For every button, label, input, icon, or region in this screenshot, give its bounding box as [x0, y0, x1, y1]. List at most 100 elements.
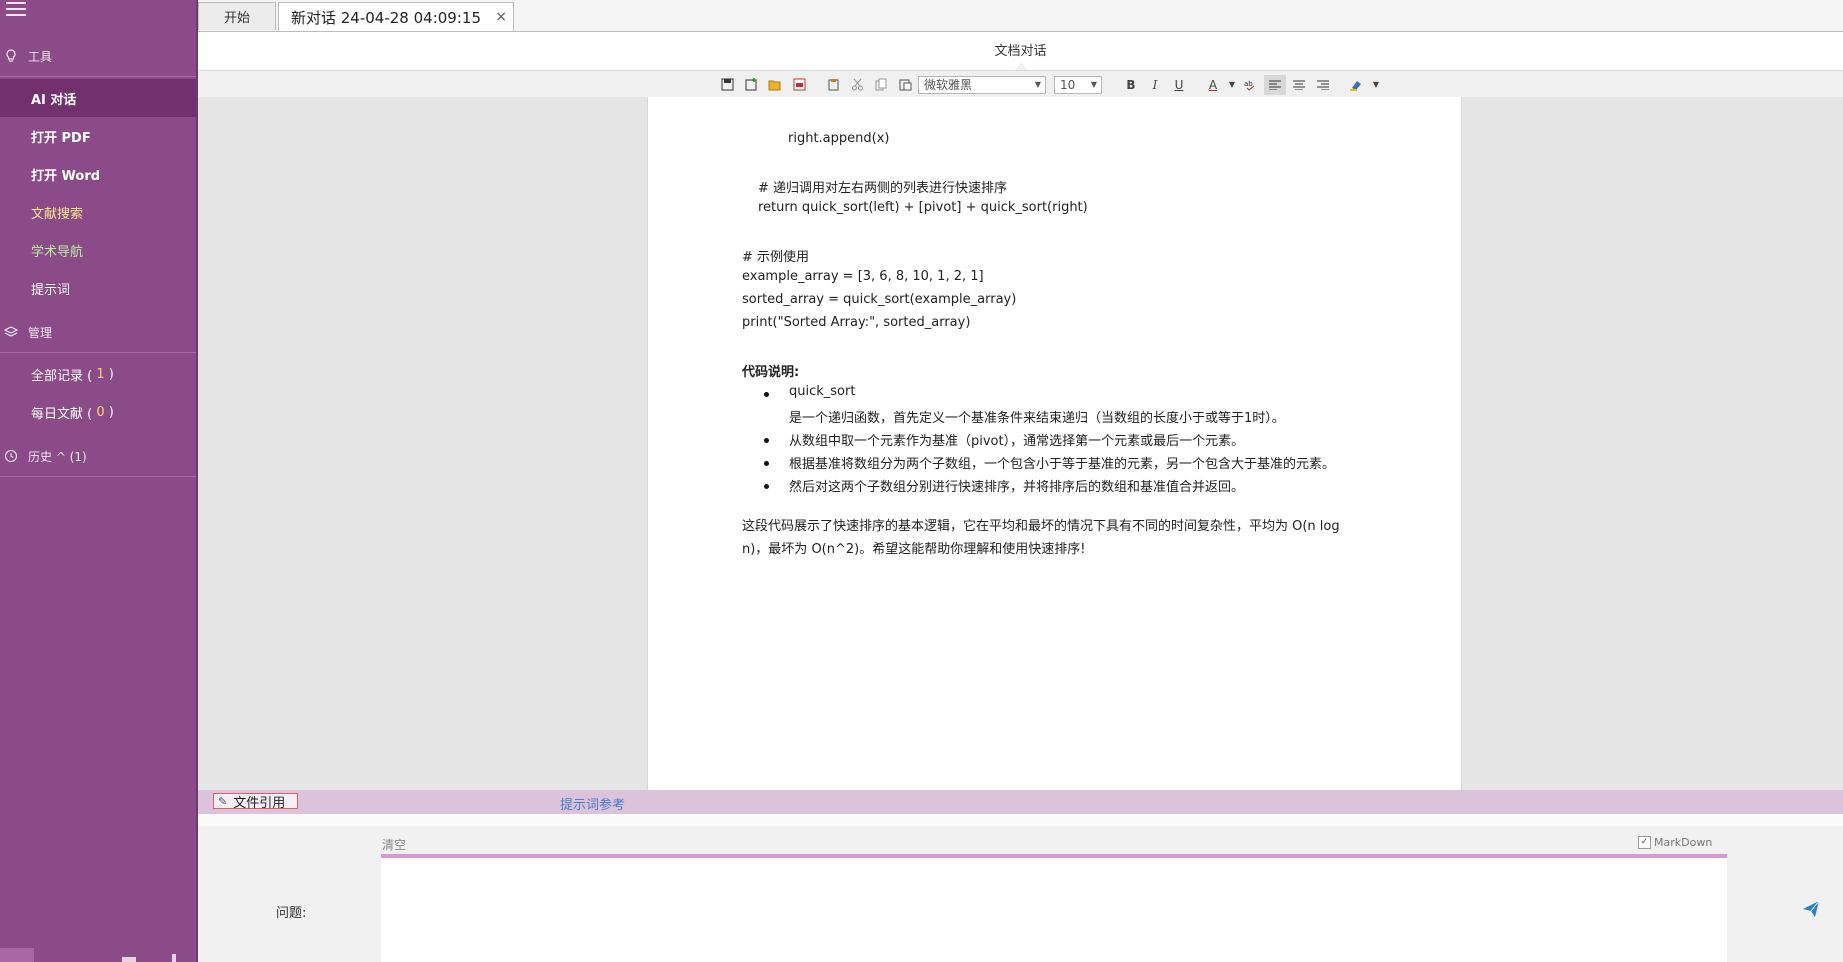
code-line: # 递归调用对左右两侧的列表进行快速排序 — [758, 181, 1008, 196]
collapse-notch-icon[interactable] — [1014, 62, 1027, 70]
manage-header-label: 管理 — [28, 325, 53, 340]
sidebar-item-open-word[interactable]: 打开 Word — [0, 155, 196, 193]
tools-section-header[interactable]: 工具 — [0, 36, 196, 77]
toolbar-separator — [1336, 75, 1344, 95]
prompt-reference-link[interactable]: 提示词参考 — [560, 794, 625, 813]
count-suffix: ) — [108, 366, 114, 382]
align-right-icon[interactable] — [1312, 75, 1334, 95]
chevron-down-icon[interactable]: ▼ — [1370, 75, 1382, 95]
code-line: example_array = [3, 6, 8, 10, 1, 2, 1] — [742, 269, 984, 284]
open-folder-icon[interactable] — [764, 75, 786, 95]
align-center-icon[interactable] — [1288, 75, 1310, 95]
input-area-gap — [198, 814, 1843, 826]
menu-icon[interactable] — [6, 2, 26, 16]
code-line: return quick_sort(left) + [pivot] + quic… — [758, 200, 1088, 215]
save-as-icon[interactable] — [740, 75, 762, 95]
file-reference-button[interactable]: ✎ 文件引用 — [213, 793, 298, 811]
font-name-select[interactable]: 微软雅黑 ▼ — [918, 75, 1046, 94]
highlight-icon[interactable] — [1346, 75, 1368, 95]
italic-button[interactable]: I — [1144, 75, 1166, 95]
paste-icon[interactable] — [822, 75, 844, 95]
tools-header-label: 工具 — [28, 49, 53, 64]
sidebar-item-ai-chat[interactable]: AI 对话 — [0, 79, 196, 117]
count-badge: 0 — [96, 404, 105, 420]
align-left-icon[interactable] — [1264, 74, 1286, 95]
question-input[interactable] — [381, 858, 1727, 962]
chevron-down-icon: ▼ — [1034, 79, 1041, 89]
code-line: right.append(x) — [788, 131, 890, 146]
summary-text: 这段代码展示了快速排序的基本逻辑，它在平均和最坏的情况下具有不同的时间复杂性，平… — [742, 519, 1340, 534]
toolbar-separator — [1192, 75, 1200, 95]
pdf-export-icon[interactable] — [788, 75, 810, 95]
page-title: 文档对话 — [994, 44, 1047, 59]
sidebar-item-all-records[interactable]: 全部记录 ( 1 ) — [0, 355, 196, 393]
count-suffix: ) — [108, 404, 114, 420]
checkbox-checked-icon: ✓ — [1638, 836, 1651, 849]
more-icon[interactable] — [172, 954, 176, 962]
history-icon — [4, 449, 18, 463]
list-item: 从数组中取一个元素作为基准（pivot），通常选择第一个元素或最后一个元素。 — [789, 434, 1245, 449]
tab-bar: 开始 新对话 24-04-28 04:09:15 × — [198, 0, 1843, 32]
lightbulb-icon — [6, 49, 16, 62]
save-icon[interactable] — [716, 75, 738, 95]
tab-chat[interactable]: 新对话 24-04-28 04:09:15 × — [278, 2, 514, 31]
sidebar-item-open-pdf[interactable]: 打开 PDF — [0, 117, 196, 155]
font-color-button[interactable]: A — [1202, 75, 1224, 95]
document-page[interactable]: right.append(x) # 递归调用对左右两侧的列表进行快速排序 ret… — [647, 97, 1462, 790]
list-item: quick_sort — [789, 384, 856, 399]
history-section-header[interactable]: 历史 ^ (1) — [0, 436, 196, 477]
toolbar-separator — [1110, 75, 1118, 95]
code-line: sorted_array = quick_sort(example_array) — [742, 292, 1017, 307]
sidebar-item-daily-literature[interactable]: 每日文献 ( 0 ) — [0, 393, 196, 431]
list-item-continuation: 是一个递归函数，首先定义一个基准条件来结束递归（当数组的长度小于或等于1时）。 — [789, 411, 1285, 426]
summary-text: n)，最坏为 O(n^2)。希望这能帮助你理解和使用快速排序! — [742, 542, 1086, 557]
close-icon[interactable]: × — [495, 9, 507, 25]
editor-toolbar: 微软雅黑 ▼ 10 ▼ B I U A ▼ ab ▼ — [198, 70, 1843, 98]
sidebar-item-label: 文献搜索 — [31, 206, 84, 222]
bullet-icon — [764, 461, 769, 466]
code-line: # 示例使用 — [742, 250, 810, 265]
cut-icon[interactable] — [846, 75, 868, 95]
font-size-select[interactable]: 10 ▼ — [1054, 75, 1102, 94]
sidebar-item-prompts[interactable]: 提示词 — [0, 269, 196, 307]
bullet-icon — [764, 484, 769, 489]
chevron-down-icon[interactable]: ▼ — [1226, 75, 1238, 95]
tab-label: 开始 — [223, 11, 250, 26]
paste-special-icon[interactable] — [894, 75, 916, 95]
font-size-value: 10 — [1060, 77, 1076, 92]
bullet-icon — [764, 438, 769, 443]
font-name-value: 微软雅黑 — [924, 78, 973, 92]
underline-button[interactable]: U — [1168, 75, 1190, 95]
file-reference-label: 文件引用 — [233, 795, 286, 811]
sidebar-item-literature-search[interactable]: 文献搜索 — [0, 193, 196, 231]
count-badge: 1 — [96, 366, 105, 382]
doc-header: 文档对话 — [198, 32, 1843, 70]
history-header-label: 历史 ^ (1) — [28, 449, 87, 464]
spellcheck-icon[interactable]: ab — [1240, 75, 1262, 95]
markdown-checkbox[interactable]: ✓ MarkDown — [1638, 836, 1712, 849]
tab-home[interactable]: 开始 — [198, 2, 276, 30]
list-item: 根据基准将数组分为两个子数组，一个包含小于等于基准的元素，另一个包含大于基准的元… — [789, 457, 1336, 472]
sidebar-item-label: 全部记录 ( — [31, 368, 93, 384]
send-icon[interactable] — [1801, 899, 1821, 919]
question-label: 问题: — [276, 906, 307, 921]
copy-icon[interactable] — [870, 75, 892, 95]
tab-label: 新对话 24-04-28 04:09:15 — [291, 8, 481, 27]
manage-section-header[interactable]: 管理 — [0, 312, 196, 353]
attachment-icon: ✎ — [218, 794, 228, 808]
sidebar-footer — [0, 948, 196, 962]
sidebar: 工具 AI 对话 打开 PDF 打开 Word 文献搜索 学术导航 提示词 管理… — [0, 0, 196, 962]
markdown-label: MarkDown — [1654, 836, 1713, 849]
bold-button[interactable]: B — [1120, 75, 1142, 95]
sidebar-item-label: 打开 Word — [31, 168, 101, 184]
chevron-down-icon: ▼ — [1090, 79, 1097, 89]
sidebar-item-label: 每日文献 ( — [31, 406, 93, 422]
sidebar-item-academic-nav[interactable]: 学术导航 — [0, 231, 196, 269]
footer-button[interactable] — [0, 948, 34, 962]
sidebar-item-label: AI 对话 — [31, 92, 77, 108]
sidebar-item-label: 提示词 — [31, 282, 71, 298]
folder-icon[interactable] — [122, 957, 136, 962]
code-line: print("Sorted Array:", sorted_array) — [742, 315, 971, 330]
clear-button[interactable]: 清空 — [382, 836, 406, 853]
document-workspace: right.append(x) # 递归调用对左右两侧的列表进行快速排序 ret… — [198, 97, 1843, 790]
